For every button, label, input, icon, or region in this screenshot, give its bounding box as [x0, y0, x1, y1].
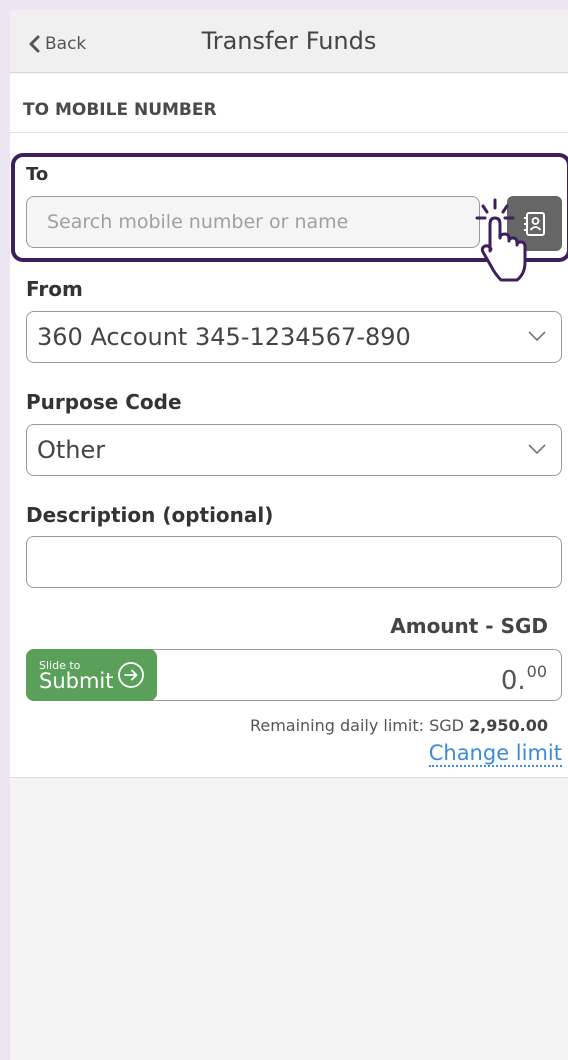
limit-prefix: Remaining daily limit: SGD — [249, 716, 470, 735]
purpose-label: Purpose Code — [26, 390, 182, 414]
tap-hand-icon — [461, 10, 541, 101]
amount-integer: 0. — [500, 666, 526, 696]
chevron-down-icon — [528, 331, 546, 342]
section-heading: TO MOBILE NUMBER — [23, 100, 217, 120]
chevron-down-icon — [528, 444, 546, 455]
tap-hand-icon — [475, 198, 527, 282]
from-label: From — [26, 277, 83, 301]
slider-label: Submit — [39, 669, 114, 693]
transfer-form: TO MOBILE NUMBER To From 360 Account 345… — [10, 74, 568, 778]
amount-value: 0.00 — [501, 662, 547, 696]
limit-value: 2,950.00 — [469, 716, 548, 735]
purpose-code-value: Other — [37, 436, 106, 464]
description-field[interactable] — [26, 536, 562, 588]
divider — [10, 132, 568, 133]
description-label: Description (optional) — [26, 503, 274, 527]
search-input[interactable] — [26, 196, 480, 248]
change-limit-link[interactable]: Change limit — [428, 741, 562, 767]
app-screen: Back Transfer Funds TO MOBILE NUMBER To … — [10, 10, 568, 1060]
purpose-code-select[interactable]: Other — [26, 424, 562, 476]
amount-decimal: 00 — [526, 662, 547, 681]
arrow-right-circle-icon — [118, 662, 144, 688]
amount-label: Amount - SGD — [390, 614, 548, 638]
from-account-value: 360 Account 345-1234567-890 — [37, 323, 411, 351]
slide-to-submit-handle[interactable]: Slide to Submit — [26, 649, 157, 701]
remaining-limit: Remaining daily limit: SGD 2,950.00 — [250, 716, 548, 735]
to-label: To — [26, 164, 49, 185]
from-account-select[interactable]: 360 Account 345-1234567-890 — [26, 311, 562, 363]
